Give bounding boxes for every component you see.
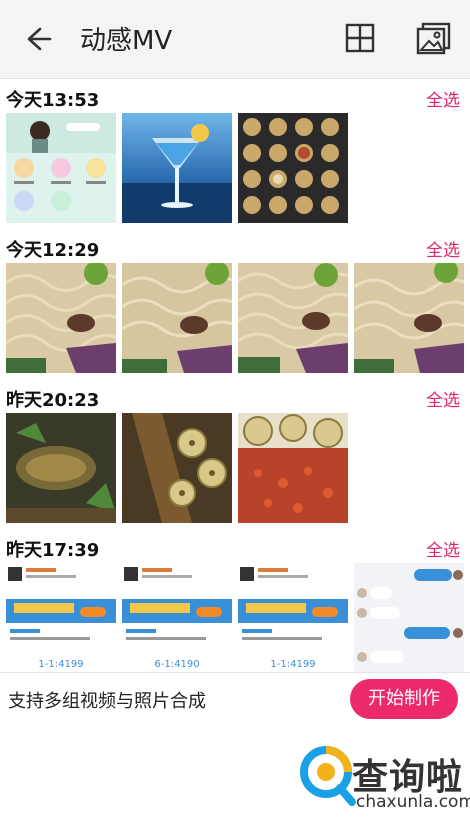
photo-thumbnail[interactable]: [6, 413, 116, 523]
watermark-url: chaxunla.com: [356, 792, 470, 812]
search-logo-icon: [296, 740, 358, 808]
top-bar: 动感MV: [0, 0, 470, 79]
photo-thumbnail[interactable]: [354, 263, 464, 373]
price-label: 1-1:4199: [38, 659, 83, 670]
group-time: 昨天20:23: [6, 390, 100, 411]
photo-thumbnail[interactable]: [6, 113, 116, 223]
bottom-bar: 支持多组视频与照片合成 开始制作: [0, 672, 470, 729]
group-time: 昨天17:39: [6, 540, 100, 561]
photo-thumbnail[interactable]: 6-1:4190: [122, 563, 232, 672]
photo-thumbnail[interactable]: 1-1:4199: [6, 563, 116, 672]
photo-thumbnail[interactable]: [122, 113, 232, 223]
select-all-button[interactable]: 全选: [426, 536, 460, 561]
photo-thumbnail[interactable]: [238, 263, 348, 373]
price-label: 1-1:4199: [270, 659, 315, 670]
photo-thumbnail[interactable]: [238, 413, 348, 523]
grid-icon[interactable]: [342, 20, 378, 56]
photo-thumbnail[interactable]: [6, 263, 116, 373]
select-all-button[interactable]: 全选: [426, 86, 460, 111]
page-title: 动感MV: [80, 26, 173, 56]
price-label: 6-1:4190: [154, 659, 199, 670]
start-create-button[interactable]: 开始制作: [350, 679, 458, 719]
photo-list: 今天13:53 全选 今天12:29 全选 昨天20:23 全选 昨天17:39…: [0, 80, 470, 672]
photo-group: 今天12:29 全选: [0, 230, 470, 380]
group-time: 今天13:53: [6, 90, 100, 111]
hint-text: 支持多组视频与照片合成: [8, 691, 206, 712]
photo-thumbnail[interactable]: 1-1:4199: [238, 563, 348, 672]
back-arrow-icon[interactable]: [20, 22, 54, 56]
photo-group: 昨天20:23 全选: [0, 380, 470, 530]
photo-group: 昨天17:39 全选 1-1:4199 6-1:4190 1-1:4199: [0, 530, 470, 672]
photo-group: 今天13:53 全选: [0, 80, 470, 230]
photo-thumbnail[interactable]: [354, 563, 464, 672]
group-time: 今天12:29: [6, 240, 100, 261]
album-icon[interactable]: [414, 20, 452, 56]
photo-thumbnail[interactable]: [122, 263, 232, 373]
select-all-button[interactable]: 全选: [426, 386, 460, 411]
select-all-button[interactable]: 全选: [426, 236, 460, 261]
photo-thumbnail[interactable]: [238, 113, 348, 223]
photo-thumbnail[interactable]: [122, 413, 232, 523]
